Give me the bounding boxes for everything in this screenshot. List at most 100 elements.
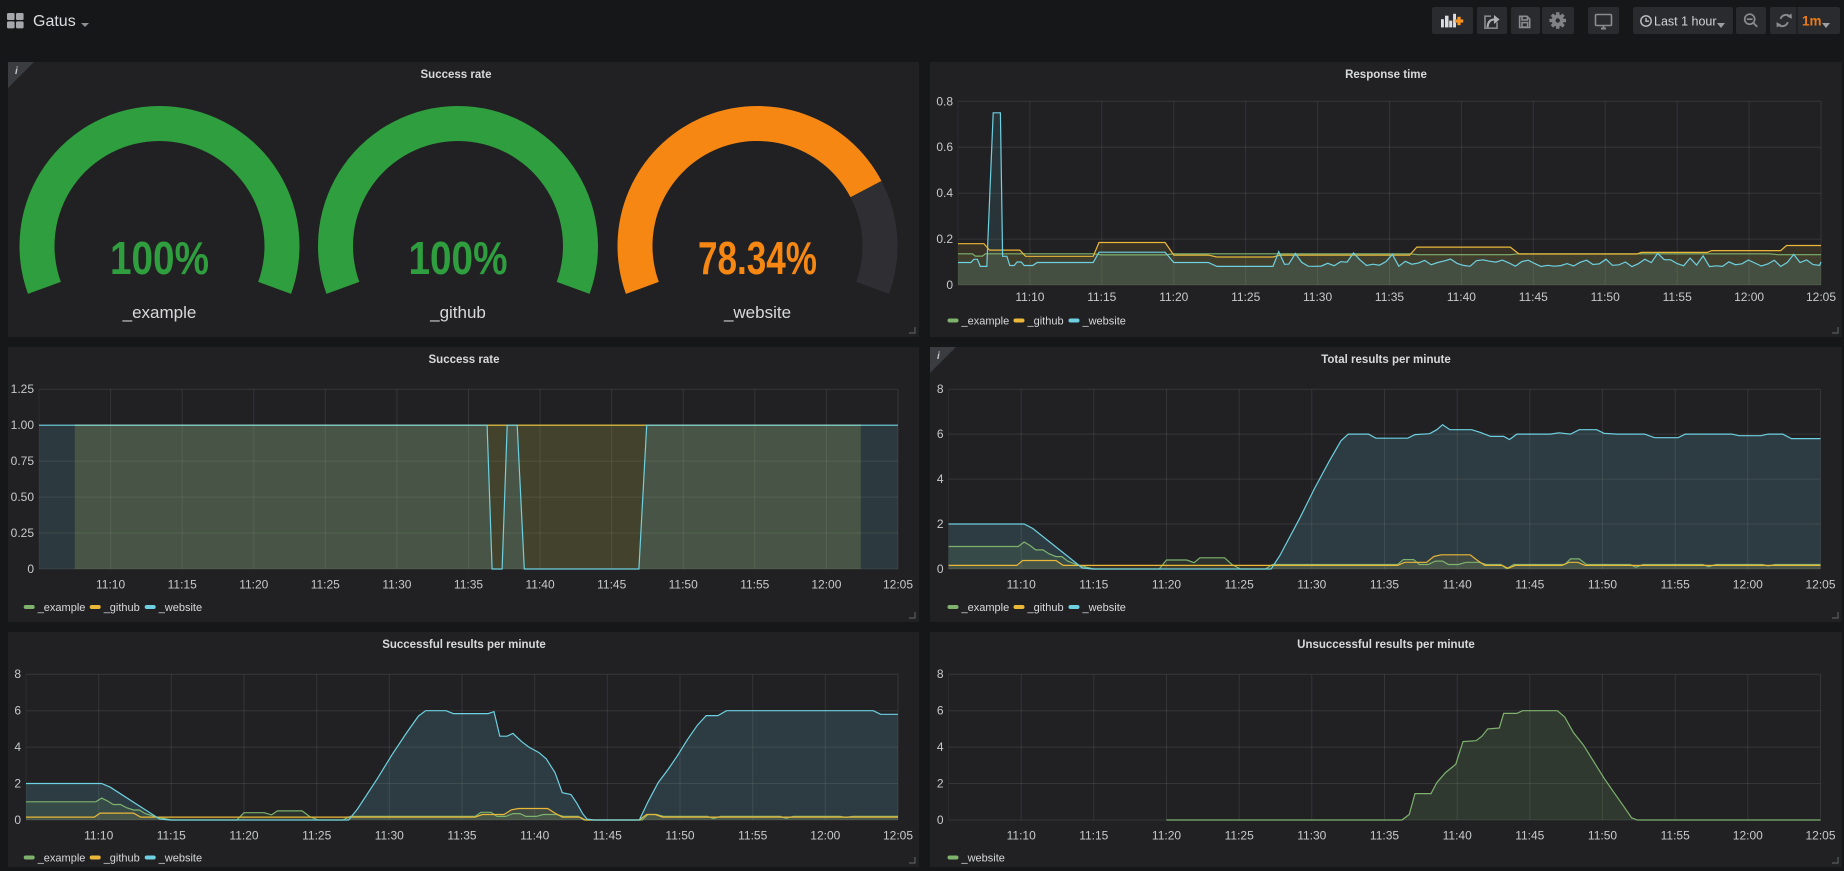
svg-text:_github: _github	[1027, 602, 1064, 614]
svg-text:2: 2	[14, 777, 21, 791]
svg-text:11:45: 11:45	[597, 578, 626, 592]
svg-text:_example: _example	[961, 602, 1010, 614]
svg-text:0: 0	[946, 278, 953, 292]
svg-text:11:40: 11:40	[1443, 829, 1472, 843]
svg-text:11:15: 11:15	[168, 578, 197, 592]
svg-text:11:10: 11:10	[1015, 290, 1044, 304]
svg-text:6: 6	[14, 704, 21, 718]
svg-text:11:55: 11:55	[1661, 829, 1690, 843]
svg-text:11:45: 11:45	[1515, 829, 1544, 843]
svg-text:_website: _website	[1082, 316, 1126, 328]
svg-text:11:40: 11:40	[520, 829, 549, 843]
svg-text:4: 4	[937, 472, 944, 486]
svg-text:0.75: 0.75	[11, 454, 35, 468]
svg-text:_website: _website	[158, 853, 202, 865]
svg-text:11:30: 11:30	[1297, 578, 1326, 592]
svg-text:12:05: 12:05	[1806, 290, 1836, 304]
svg-text:11:10: 11:10	[1007, 578, 1036, 592]
svg-text:8: 8	[14, 667, 21, 681]
svg-text:12:00: 12:00	[1734, 290, 1764, 304]
svg-text:11:50: 11:50	[1591, 290, 1620, 304]
svg-text:11:35: 11:35	[447, 829, 476, 843]
svg-text:0.8: 0.8	[936, 94, 953, 108]
svg-text:11:20: 11:20	[1152, 829, 1181, 843]
svg-text:12:00: 12:00	[811, 578, 841, 592]
svg-text:11:50: 11:50	[669, 578, 698, 592]
svg-text:2: 2	[937, 517, 944, 531]
svg-text:11:20: 11:20	[1152, 578, 1181, 592]
svg-text:11:55: 11:55	[740, 578, 769, 592]
svg-text:11:20: 11:20	[239, 578, 268, 592]
svg-text:_github: _github	[429, 303, 486, 322]
svg-text:11:25: 11:25	[1231, 290, 1260, 304]
svg-text:11:30: 11:30	[1303, 290, 1332, 304]
svg-text:_website: _website	[1082, 602, 1126, 614]
svg-text:11:40: 11:40	[526, 578, 555, 592]
svg-text:_github: _github	[1027, 316, 1064, 328]
svg-text:i: i	[937, 351, 940, 362]
svg-text:0: 0	[14, 813, 21, 827]
svg-text:11:55: 11:55	[1663, 290, 1692, 304]
svg-text:11:15: 11:15	[1079, 829, 1108, 843]
svg-text:0: 0	[937, 813, 944, 827]
svg-text:0.6: 0.6	[936, 140, 953, 154]
svg-text:_website: _website	[158, 602, 202, 614]
svg-text:11:35: 11:35	[454, 578, 483, 592]
svg-text:6: 6	[937, 704, 944, 718]
svg-text:Success rate: Success rate	[421, 69, 492, 81]
svg-text:Total results per minute: Total results per minute	[1321, 354, 1451, 366]
svg-text:12:00: 12:00	[810, 829, 840, 843]
svg-text:Successful results per minute: Successful results per minute	[382, 639, 546, 651]
svg-text:11:35: 11:35	[1370, 578, 1399, 592]
svg-text:11:50: 11:50	[1588, 829, 1617, 843]
svg-text:0: 0	[937, 562, 944, 576]
svg-text:11:25: 11:25	[1225, 829, 1254, 843]
svg-text:11:55: 11:55	[1661, 578, 1690, 592]
svg-text:11:25: 11:25	[302, 829, 331, 843]
svg-text:11:35: 11:35	[1375, 290, 1404, 304]
svg-text:_example: _example	[961, 316, 1010, 328]
svg-text:_website: _website	[961, 853, 1005, 865]
svg-text:100%: 100%	[409, 232, 508, 284]
svg-text:12:05: 12:05	[1805, 578, 1835, 592]
svg-text:12:00: 12:00	[1733, 829, 1763, 843]
svg-text:11:35: 11:35	[1370, 829, 1399, 843]
svg-text:_example: _example	[122, 303, 197, 322]
svg-text:12:05: 12:05	[1805, 829, 1835, 843]
svg-text:6: 6	[937, 427, 944, 441]
svg-text:11:50: 11:50	[665, 829, 694, 843]
svg-text:100%: 100%	[110, 232, 209, 284]
svg-text:8: 8	[937, 382, 944, 396]
svg-text:11:40: 11:40	[1443, 578, 1472, 592]
svg-text:11:25: 11:25	[1225, 578, 1254, 592]
svg-text:_website: _website	[723, 303, 791, 322]
svg-text:_github: _github	[103, 853, 140, 865]
svg-text:Unsuccessful results per minut: Unsuccessful results per minute	[1297, 639, 1475, 651]
svg-text:0.50: 0.50	[11, 490, 35, 504]
svg-text:11:15: 11:15	[1087, 290, 1116, 304]
svg-text:12:05: 12:05	[883, 578, 913, 592]
svg-text:_example: _example	[37, 602, 86, 614]
svg-text:11:50: 11:50	[1588, 578, 1617, 592]
svg-text:0.4: 0.4	[936, 186, 953, 200]
svg-text:0: 0	[27, 562, 34, 576]
svg-text:11:25: 11:25	[311, 578, 340, 592]
svg-text:12:05: 12:05	[883, 829, 913, 843]
svg-text:0.2: 0.2	[936, 232, 953, 246]
svg-text:11:55: 11:55	[738, 829, 767, 843]
svg-text:i: i	[15, 66, 18, 77]
svg-text:11:15: 11:15	[1079, 578, 1108, 592]
svg-text:Success rate: Success rate	[429, 354, 500, 366]
svg-text:11:10: 11:10	[84, 829, 113, 843]
svg-text:11:10: 11:10	[1007, 829, 1036, 843]
svg-text:_github: _github	[103, 602, 140, 614]
svg-text:11:10: 11:10	[96, 578, 125, 592]
svg-text:11:20: 11:20	[1159, 290, 1188, 304]
svg-text:11:30: 11:30	[375, 829, 404, 843]
svg-text:4: 4	[14, 740, 21, 754]
svg-text:11:45: 11:45	[1515, 578, 1544, 592]
svg-text:11:20: 11:20	[229, 829, 258, 843]
svg-text:1m: 1m	[1802, 14, 1822, 29]
svg-text:11:45: 11:45	[1519, 290, 1548, 304]
svg-text:2: 2	[937, 777, 944, 791]
